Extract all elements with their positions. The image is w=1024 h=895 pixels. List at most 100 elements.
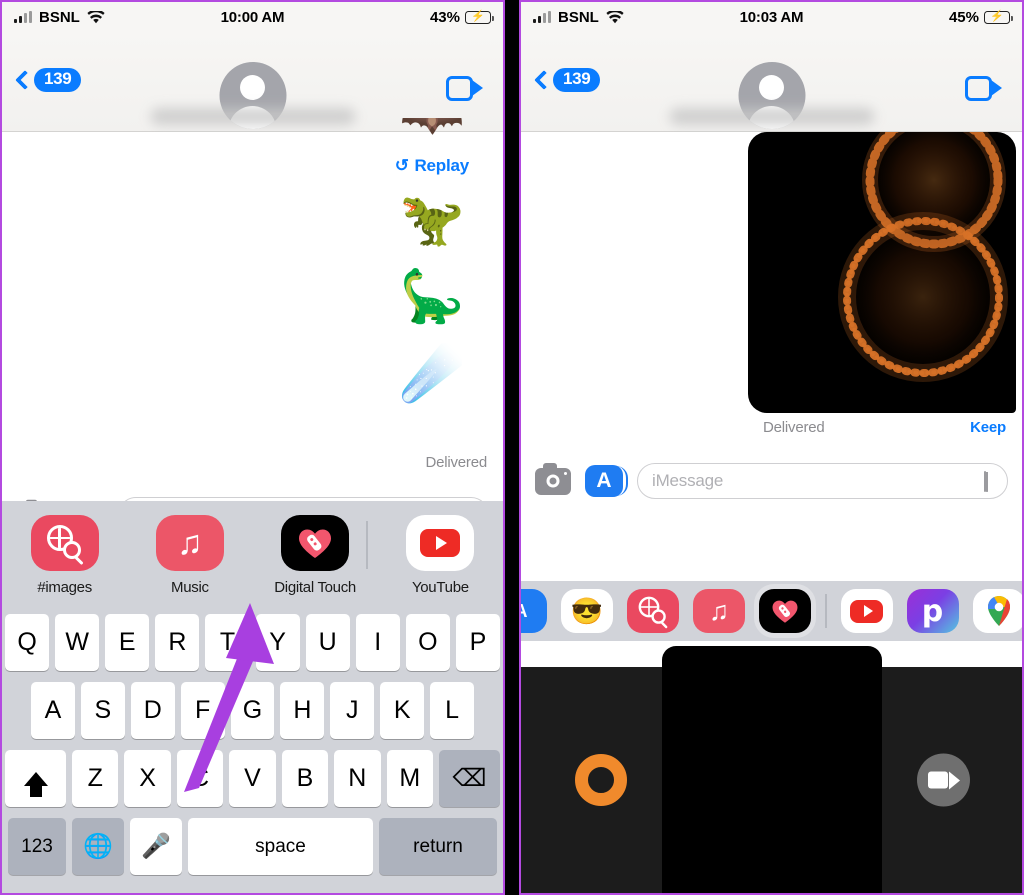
- google-maps-icon[interactable]: [972, 589, 1022, 633]
- key-l[interactable]: L: [430, 682, 475, 739]
- key-a[interactable]: A: [31, 682, 75, 739]
- message-thread-left[interactable]: 🦇 ↻ Replay 🦖 🦕 ☄️ Delivered: [2, 118, 503, 497]
- camera-icon[interactable]: [535, 462, 571, 495]
- status-right-group: 43% ⚡: [429, 8, 494, 26]
- delivered-status-left: Delivered: [425, 454, 487, 471]
- nav-bar-left: 139: [2, 32, 503, 132]
- music-note-icon[interactable]: ♫: [693, 589, 745, 633]
- nav-bar-right: 139: [521, 32, 1022, 132]
- key-e[interactable]: E: [105, 614, 150, 671]
- battery-charging-icon: ⚡: [984, 10, 1013, 24]
- key-v[interactable]: V: [229, 750, 276, 807]
- backspace-icon[interactable]: ⌫: [438, 750, 500, 807]
- youtube-play-icon[interactable]: [840, 589, 893, 633]
- facetime-video-icon[interactable]: [446, 76, 483, 101]
- sticker-sauropod[interactable]: 🦕: [400, 270, 465, 324]
- keep-button[interactable]: Keep: [970, 419, 1006, 436]
- app-cell-youtube[interactable]: YouTube: [378, 515, 503, 596]
- app-label-youtube: YouTube: [411, 579, 469, 596]
- clock-label: 10:03 AM: [739, 8, 804, 26]
- key-u[interactable]: U: [305, 614, 350, 671]
- color-ring-icon[interactable]: [575, 754, 627, 806]
- memoji-stickers-icon[interactable]: 😎: [561, 589, 613, 633]
- key-h[interactable]: H: [280, 682, 325, 739]
- key-i[interactable]: I: [355, 614, 400, 671]
- key-r[interactable]: R: [155, 614, 200, 671]
- key-z[interactable]: Z: [72, 750, 119, 807]
- music-note-icon: ♫: [155, 515, 224, 571]
- shift-key[interactable]: [5, 750, 67, 807]
- onscreen-keyboard: Q W E R T Y U I O P A S D F G H J K L Z …: [2, 608, 503, 883]
- keyboard-row-2: A S D F G H J K L: [5, 682, 500, 739]
- key-m[interactable]: M: [386, 750, 433, 807]
- app-label-digital-touch: Digital Touch: [274, 579, 356, 596]
- app-strip[interactable]: A 😎 ♫: [521, 581, 1022, 641]
- app-drawer-left: #images ♫ Music Digital Touch YouTube Q …: [2, 501, 503, 893]
- key-n[interactable]: N: [334, 750, 381, 807]
- sticker-trex[interactable]: 🦖: [400, 193, 465, 247]
- app-cell-digital-touch[interactable]: Digital Touch: [253, 515, 378, 596]
- chevron-left-icon: [534, 70, 554, 90]
- key-p[interactable]: P: [455, 614, 500, 671]
- unread-count-badge: 139: [34, 68, 82, 92]
- shift-arrow-icon: [23, 771, 48, 797]
- key-d[interactable]: D: [130, 682, 175, 739]
- replay-button[interactable]: ↻ Replay: [395, 156, 469, 176]
- video-camera-icon[interactable]: [917, 753, 970, 807]
- app-cell-images[interactable]: #images: [2, 515, 127, 596]
- key-j[interactable]: J: [330, 682, 375, 739]
- key-f[interactable]: F: [180, 682, 225, 739]
- app-store-icon[interactable]: A: [585, 465, 628, 497]
- youtube-play-icon: [406, 515, 475, 571]
- space-key[interactable]: space: [188, 818, 373, 875]
- sticker-comet[interactable]: ☄️: [400, 348, 465, 401]
- battery-charging-icon: ⚡: [465, 10, 494, 24]
- digital-touch-heart-icon: [281, 515, 350, 571]
- microphone-icon[interactable]: [984, 471, 995, 492]
- delivered-status-right: Delivered: [763, 419, 825, 436]
- battery-percent-label: 43%: [429, 8, 460, 26]
- key-c[interactable]: C: [176, 750, 224, 807]
- imessage-placeholder: iMessage: [652, 471, 724, 490]
- key-t[interactable]: T: [205, 614, 250, 671]
- digital-touch-heart-icon[interactable]: [759, 589, 811, 633]
- digital-touch-fireball-drawing: [838, 132, 1008, 382]
- back-button-left[interactable]: 139: [15, 68, 82, 92]
- digital-touch-message-bubble[interactable]: [748, 132, 1016, 413]
- drawing-canvas[interactable]: [661, 646, 882, 893]
- key-y[interactable]: Y: [255, 614, 300, 671]
- picsart-icon[interactable]: p: [906, 589, 959, 633]
- keyboard-row-3: Z X C V B N M ⌫: [5, 750, 500, 807]
- microphone-icon[interactable]: 🎤: [130, 818, 182, 875]
- digital-touch-panel: [521, 646, 1022, 893]
- screenshot-stage: BSNL 10:00 AM 43% ⚡ 139 ↻ Replay 🦖 🦕 ☄️ …: [0, 0, 1024, 895]
- contact-name-blurred: [150, 108, 355, 125]
- key-k[interactable]: K: [380, 682, 425, 739]
- back-button-right[interactable]: 139: [534, 68, 601, 92]
- replay-label: Replay: [414, 156, 469, 175]
- images-search-icon[interactable]: [627, 589, 679, 633]
- contact-name-blurred: [669, 108, 874, 125]
- globe-icon[interactable]: 🌐: [72, 818, 124, 875]
- key-o[interactable]: O: [405, 614, 450, 671]
- key-x[interactable]: X: [124, 750, 171, 807]
- app-store-icon[interactable]: A: [521, 589, 547, 633]
- message-input-right[interactable]: iMessage: [637, 463, 1008, 499]
- keyboard-row-4: 123 🌐 🎤 space return: [5, 818, 500, 875]
- numbers-key[interactable]: 123: [8, 818, 66, 875]
- status-bar-left: BSNL 10:00 AM 43% ⚡: [2, 2, 503, 32]
- key-q[interactable]: Q: [5, 614, 50, 671]
- left-phone-screen: BSNL 10:00 AM 43% ⚡ 139 ↻ Replay 🦖 🦕 ☄️ …: [0, 0, 505, 895]
- key-g[interactable]: G: [230, 682, 275, 739]
- message-thread-right[interactable]: Delivered Keep: [521, 132, 1022, 450]
- clock-label: 10:00 AM: [220, 8, 285, 26]
- key-w[interactable]: W: [55, 614, 100, 671]
- facetime-video-icon[interactable]: [965, 76, 1002, 101]
- return-key[interactable]: return: [379, 818, 497, 875]
- images-search-icon: [30, 515, 99, 571]
- key-b[interactable]: B: [281, 750, 329, 807]
- app-cell-music[interactable]: ♫ Music: [127, 515, 252, 596]
- sticker-column: 🦇 ↻ Replay 🦖 🦕 ☄️: [395, 118, 469, 401]
- bubble-status-row: Delivered Keep: [521, 419, 1022, 436]
- key-s[interactable]: S: [80, 682, 125, 739]
